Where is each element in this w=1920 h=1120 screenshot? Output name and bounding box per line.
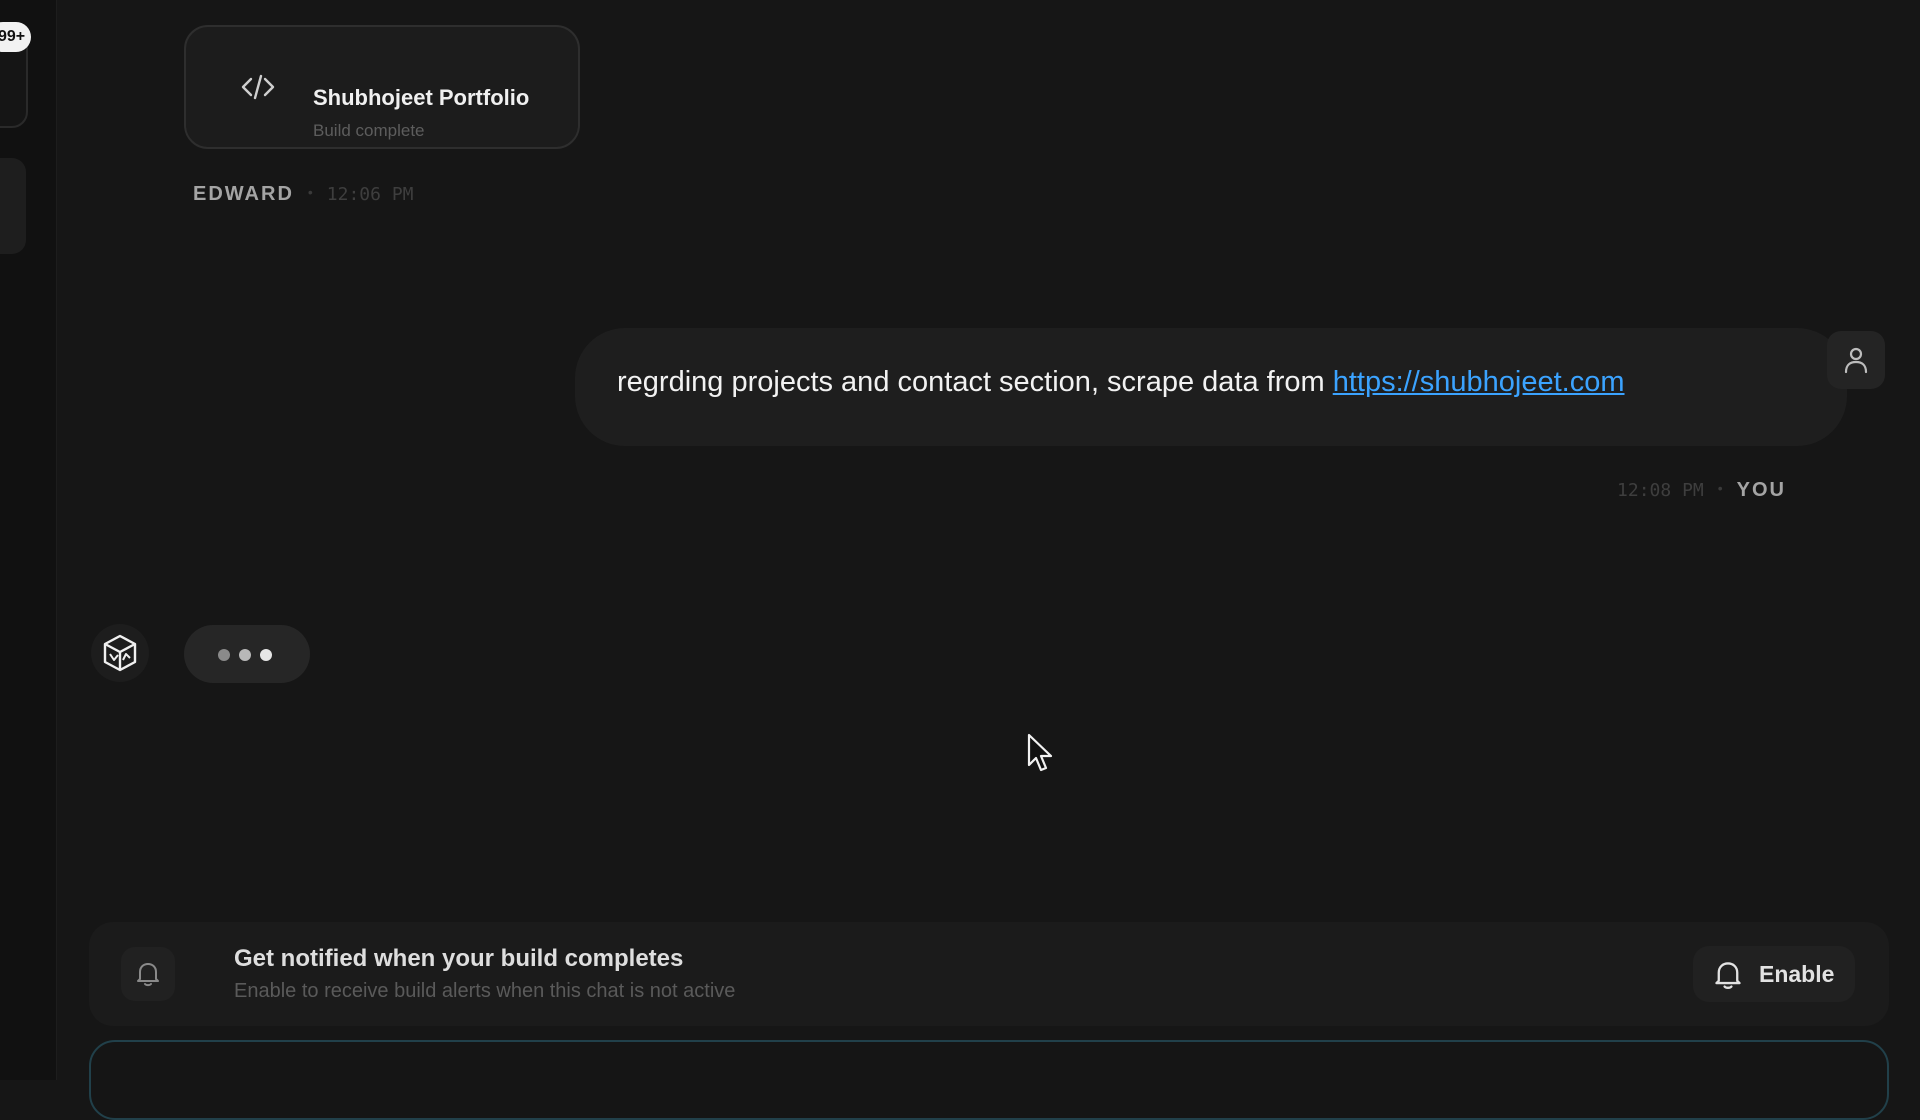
typing-dot — [239, 649, 251, 661]
enable-button-label: Enable — [1759, 961, 1834, 988]
build-card-title: Shubhojeet Portfolio — [313, 85, 529, 111]
bell-icon-container — [121, 947, 175, 1001]
sender-name: YOU — [1737, 479, 1786, 501]
message-text: regrding projects and contact section, s… — [617, 366, 1333, 398]
mouse-cursor-icon — [1027, 733, 1057, 782]
user-message-text: regrding projects and contact section, s… — [617, 366, 1625, 399]
chat-area: Shubhojeet Portfolio Build complete EDWA… — [57, 0, 1920, 1080]
meta-separator: • — [1718, 480, 1723, 496]
build-notification-banner: Get notified when your build completes E… — [89, 922, 1889, 1026]
build-card-status: Build complete — [313, 121, 425, 141]
typing-dot — [260, 649, 272, 661]
typing-indicator — [184, 625, 310, 683]
user-avatar — [1827, 331, 1885, 389]
notification-title: Get notified when your build completes — [234, 945, 683, 973]
code-icon — [241, 72, 275, 102]
typing-dot — [218, 649, 230, 661]
sidebar-project-card-2[interactable] — [0, 158, 26, 254]
notification-subtitle: Enable to receive build alerts when this… — [234, 980, 735, 1003]
message-meta-you: 12:08 PM • YOU — [1617, 479, 1786, 502]
meta-separator: • — [308, 184, 313, 200]
enable-notifications-button[interactable]: Enable — [1693, 946, 1855, 1002]
message-meta-edward: EDWARD • 12:06 PM — [193, 183, 414, 206]
user-message-bubble: regrding projects and contact section, s… — [575, 328, 1847, 446]
left-rail: 99+ — [0, 0, 57, 1080]
message-link[interactable]: https://shubhojeet.com — [1333, 366, 1625, 398]
assistant-avatar — [91, 624, 149, 682]
sender-name: EDWARD — [193, 183, 294, 205]
message-time: 12:08 PM — [1617, 480, 1704, 501]
chat-input[interactable] — [89, 1040, 1889, 1120]
message-time: 12:06 PM — [327, 184, 414, 205]
notification-count-badge: 99+ — [0, 22, 31, 52]
build-card[interactable]: Shubhojeet Portfolio Build complete — [184, 25, 580, 149]
